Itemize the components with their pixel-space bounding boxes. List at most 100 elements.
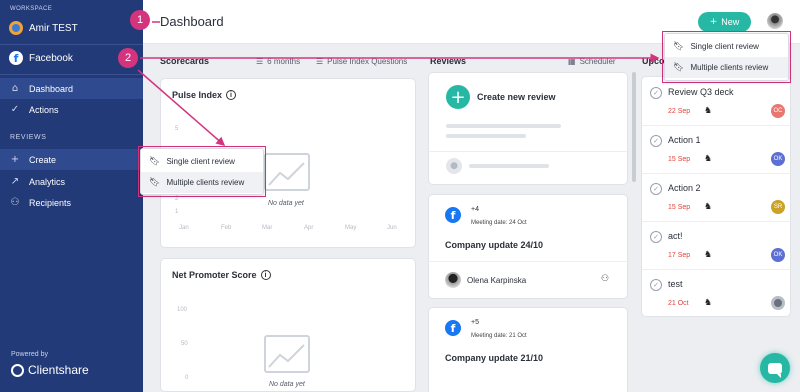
assignee-badge: OK bbox=[771, 248, 785, 262]
avatar bbox=[445, 272, 461, 288]
plus-icon: + bbox=[446, 85, 470, 109]
no-data-label: No data yet bbox=[268, 200, 304, 207]
divider bbox=[642, 269, 791, 270]
empty-chart-icon bbox=[264, 335, 310, 373]
placeholder-line bbox=[469, 164, 549, 168]
item-title: Action 2 bbox=[668, 183, 701, 193]
scheduler-label: Scheduler bbox=[579, 57, 616, 66]
plus-icon: + bbox=[709, 17, 718, 27]
divider bbox=[642, 221, 791, 222]
meeting-date: Meeting date: 24 Oct bbox=[471, 220, 527, 226]
bookmark-icon: 🔖︎ bbox=[149, 177, 161, 188]
sidebar-item-dashboard[interactable]: ⌂ Dashboard bbox=[0, 78, 143, 99]
create-review-card[interactable]: + Create new review ● bbox=[428, 72, 628, 185]
item-date: 17 Sep bbox=[668, 252, 691, 259]
divider bbox=[642, 173, 791, 174]
account-selector[interactable]: f Facebook bbox=[9, 51, 73, 65]
sidebar-divider bbox=[0, 74, 143, 75]
check-icon: ✓ bbox=[10, 104, 20, 115]
menu-item-label: Multiple clients review bbox=[166, 178, 245, 187]
workspace-selector[interactable]: Amir TEST bbox=[9, 21, 78, 35]
new-review-dropdown: 🔖︎ Single client review 🔖︎ Multiple clie… bbox=[664, 33, 789, 81]
item-title: Action 1 bbox=[668, 135, 701, 145]
period-filter[interactable]: ☰ 6 months bbox=[256, 57, 300, 66]
clientshare-logo-icon bbox=[11, 363, 24, 377]
review-card[interactable]: f +5 Meeting date: 21 Oct Company update… bbox=[428, 307, 628, 392]
brand-bird-icon: ♞ bbox=[704, 154, 713, 164]
powered-by-label: Powered by bbox=[11, 351, 48, 358]
chat-button[interactable] bbox=[760, 353, 790, 383]
reviews-scrollbar[interactable] bbox=[632, 72, 636, 182]
sidebar-item-analytics[interactable]: ↗ Analytics bbox=[0, 171, 143, 192]
step-2-badge: 2 bbox=[118, 48, 138, 68]
bookmark-icon: 🔖︎ bbox=[149, 156, 161, 167]
review-title: Company update 24/10 bbox=[445, 240, 544, 250]
upcoming-card: ✓ Review Q3 deck 22 Sep ♞ OC ✓ Action 1 … bbox=[641, 76, 791, 317]
empty-chart-icon bbox=[264, 153, 310, 191]
assignee-badge: OC bbox=[771, 104, 785, 118]
scorecards-title: Scorecards bbox=[160, 56, 210, 66]
facebook-icon: f bbox=[445, 320, 461, 336]
calendar-icon: ▦ bbox=[568, 57, 576, 66]
menu-item-single-client-review[interactable]: 🔖︎ Single client review bbox=[141, 151, 263, 172]
avatar bbox=[774, 299, 782, 307]
users-icon[interactable]: ⚇ bbox=[601, 274, 609, 284]
divider bbox=[429, 151, 627, 152]
x-tick: Feb bbox=[221, 225, 232, 231]
brand-bird-icon: ♞ bbox=[704, 298, 713, 308]
step-1-badge: 1 bbox=[130, 10, 150, 30]
x-tick: Jan bbox=[179, 225, 189, 231]
brand-bird-icon: ♞ bbox=[704, 202, 713, 212]
checkbox-icon[interactable]: ✓ bbox=[650, 87, 662, 99]
checkbox-icon[interactable]: ✓ bbox=[650, 135, 662, 147]
y-tick: 1 bbox=[175, 209, 179, 215]
filter-icon: ☰ bbox=[256, 57, 264, 66]
x-tick: Jun bbox=[387, 225, 397, 231]
y-tick: 100 bbox=[177, 307, 188, 313]
user-placeholder-icon: ● bbox=[446, 158, 462, 174]
menu-item-multiple-clients-review[interactable]: 🔖︎ Multiple clients review bbox=[141, 172, 263, 193]
card-title-text: Net Promoter Score bbox=[172, 270, 257, 280]
sidebar-item-recipients[interactable]: ⚇ Recipients bbox=[0, 192, 143, 213]
questions-filter[interactable]: ☰ Pulse Index Questions bbox=[316, 57, 407, 66]
review-title: Company update 21/10 bbox=[445, 353, 544, 363]
divider bbox=[429, 261, 627, 262]
scheduler-button[interactable]: ▦ Scheduler bbox=[568, 57, 616, 66]
checkbox-icon[interactable]: ✓ bbox=[650, 231, 662, 243]
sidebar-item-create[interactable]: + Create bbox=[0, 149, 143, 170]
meeting-date: Meeting date: 21 Oct bbox=[471, 333, 527, 339]
filter-icon: ☰ bbox=[316, 57, 324, 66]
new-button[interactable]: + New bbox=[698, 12, 751, 32]
item-title: act! bbox=[668, 231, 683, 241]
plus-icon: + bbox=[10, 154, 20, 165]
trend-icon: ↗ bbox=[10, 176, 20, 187]
card-title-text: Pulse Index bbox=[172, 90, 223, 100]
sidebar-item-label: Recipients bbox=[29, 197, 72, 208]
review-card[interactable]: f +4 Meeting date: 24 Oct Company update… bbox=[428, 194, 628, 299]
questions-filter-value: Pulse Index Questions bbox=[327, 57, 408, 66]
brand-logo: Clientshare bbox=[11, 363, 89, 377]
sidebar-item-actions[interactable]: ✓ Actions bbox=[0, 99, 143, 120]
info-icon[interactable]: i bbox=[260, 270, 271, 280]
menu-item-multiple-clients-review[interactable]: 🔖︎ Multiple clients review bbox=[665, 57, 788, 78]
user-avatar[interactable] bbox=[767, 13, 783, 29]
item-date: 15 Sep bbox=[668, 204, 691, 211]
checkbox-icon[interactable]: ✓ bbox=[650, 183, 662, 195]
owner-name: Olena Karpinska bbox=[467, 275, 527, 285]
no-data-label: No data yet bbox=[269, 381, 305, 388]
item-date: 22 Sep bbox=[668, 108, 691, 115]
assignee-avatar bbox=[771, 296, 785, 310]
assignee-badge: SR bbox=[771, 200, 785, 214]
chat-icon bbox=[768, 362, 782, 378]
reviews-section-label: REVIEWS bbox=[10, 134, 47, 141]
assignee-badge: OK bbox=[771, 152, 785, 166]
menu-item-label: Multiple clients review bbox=[690, 63, 769, 72]
pulse-index-title: Pulse Index i bbox=[172, 90, 237, 100]
checkbox-icon[interactable]: ✓ bbox=[650, 279, 662, 291]
item-title: Review Q3 deck bbox=[668, 87, 734, 97]
menu-item-single-client-review[interactable]: 🔖︎ Single client review bbox=[665, 36, 788, 57]
account-name: Facebook bbox=[29, 52, 73, 64]
info-icon[interactable]: i bbox=[226, 90, 237, 100]
home-icon: ⌂ bbox=[11, 83, 19, 94]
participant-count: +4 bbox=[471, 206, 479, 213]
